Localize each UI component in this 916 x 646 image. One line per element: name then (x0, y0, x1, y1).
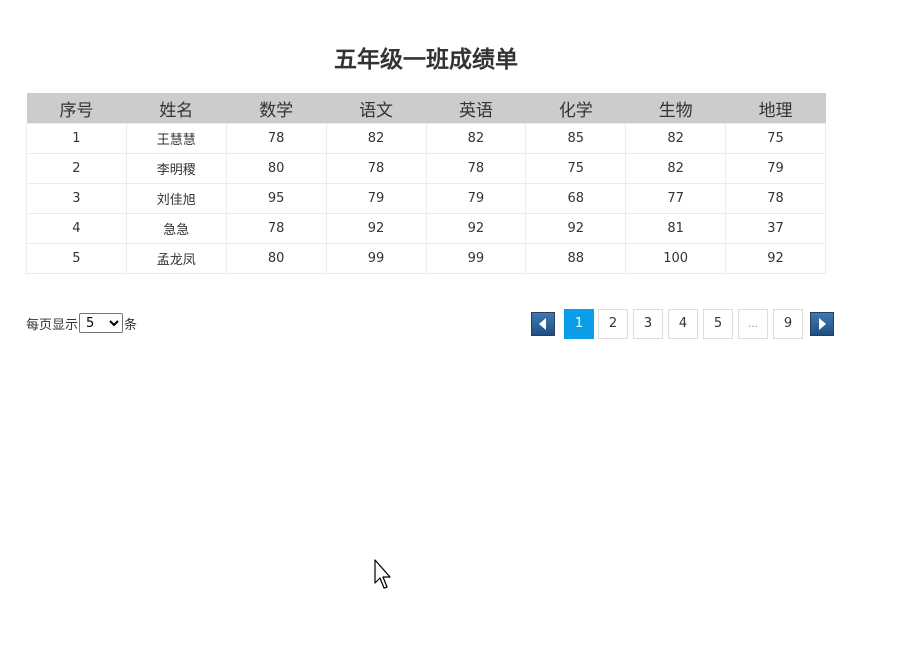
column-header: 数学 (226, 93, 327, 124)
table-cell: 82 (625, 153, 727, 184)
page-size-control: 每页显示 5 条 (26, 313, 137, 333)
table-cell: 78 (725, 183, 826, 214)
table-cell: 99 (325, 243, 427, 274)
table-cell: 孟龙凤 (125, 243, 227, 274)
table-header-row: 序号 姓名 数学 语文 英语 化学 生物 地理 (26, 93, 826, 124)
table-cell: 80 (225, 153, 327, 184)
page-button-1[interactable]: 1 (564, 309, 594, 339)
table-cell: 92 (325, 213, 427, 244)
table-cell: 78 (425, 153, 527, 184)
table-row: 5 孟龙凤 80 99 99 88 100 92 (26, 243, 826, 274)
column-header: 生物 (625, 93, 726, 124)
table-cell: 5 (26, 243, 127, 274)
table-cell: 78 (325, 153, 427, 184)
next-page-button[interactable] (810, 312, 834, 336)
column-header: 序号 (26, 93, 127, 124)
table-cell: 88 (525, 243, 627, 274)
page-ellipsis: ... (738, 309, 768, 339)
table-cell: 92 (725, 243, 826, 274)
table-cell: 1 (26, 123, 127, 154)
arrow-right-icon (819, 318, 826, 330)
table-cell: 95 (225, 183, 327, 214)
score-table: 序号 姓名 数学 语文 英语 化学 生物 地理 1 王慧慧 78 82 82 8… (26, 93, 826, 274)
table-cell: 75 (525, 153, 627, 184)
page-button-3[interactable]: 3 (633, 309, 663, 339)
table-cell: 78 (225, 213, 327, 244)
column-header: 英语 (426, 93, 526, 124)
table-cell: 85 (525, 123, 627, 154)
table-cell: 78 (225, 123, 327, 154)
table-cell: 79 (725, 153, 826, 184)
page-size-select[interactable]: 5 (79, 313, 124, 333)
table-cell: 82 (625, 123, 727, 154)
page-title: 五年级一班成绩单 (334, 47, 518, 73)
column-header: 姓名 (126, 93, 227, 124)
table-cell: 2 (26, 153, 127, 184)
table-row: 3 刘佳旭 95 79 79 68 77 78 (26, 183, 826, 214)
table-row: 1 王慧慧 78 82 82 85 82 75 (26, 123, 826, 154)
table-cell: 75 (725, 123, 826, 154)
mouse-cursor-icon (374, 559, 391, 589)
table-cell: 4 (26, 213, 127, 244)
page-size-suffix-label: 条 (124, 317, 138, 333)
prev-page-button[interactable] (531, 312, 555, 336)
page-button-2[interactable]: 2 (598, 309, 628, 339)
table-cell: 急急 (125, 213, 227, 244)
table-cell: 100 (625, 243, 727, 274)
column-header: 语文 (326, 93, 426, 124)
table-cell: 79 (325, 183, 427, 214)
table-cell: 82 (325, 123, 427, 154)
column-header: 化学 (525, 93, 626, 124)
page-button-4[interactable]: 4 (668, 309, 698, 339)
table-cell: 77 (625, 183, 727, 214)
arrow-left-icon (539, 318, 546, 330)
table-cell: 92 (525, 213, 627, 244)
column-header: 地理 (725, 93, 826, 124)
table-cell: 99 (425, 243, 527, 274)
table-cell: 37 (725, 213, 826, 244)
table-row: 4 急急 78 92 92 92 81 37 (26, 213, 826, 244)
table-row: 2 李明稷 80 78 78 75 82 79 (26, 153, 826, 184)
page: 五年级一班成绩单 序号 姓名 数学 语文 英语 化学 生物 地理 1 王慧慧 7… (0, 0, 916, 646)
table-cell: 82 (425, 123, 527, 154)
table-cell: 刘佳旭 (125, 183, 227, 214)
table-cell: 92 (425, 213, 527, 244)
table-cell: 68 (525, 183, 627, 214)
table-cell: 3 (26, 183, 127, 214)
table-cell: 王慧慧 (125, 123, 227, 154)
table-cell: 81 (625, 213, 727, 244)
table-cell: 80 (225, 243, 327, 274)
table-cell: 李明稷 (125, 153, 227, 184)
page-button-5[interactable]: 5 (703, 309, 733, 339)
table-cell: 79 (425, 183, 527, 214)
page-size-prefix-label: 每页显示 (26, 317, 79, 333)
page-button-9[interactable]: 9 (773, 309, 803, 339)
